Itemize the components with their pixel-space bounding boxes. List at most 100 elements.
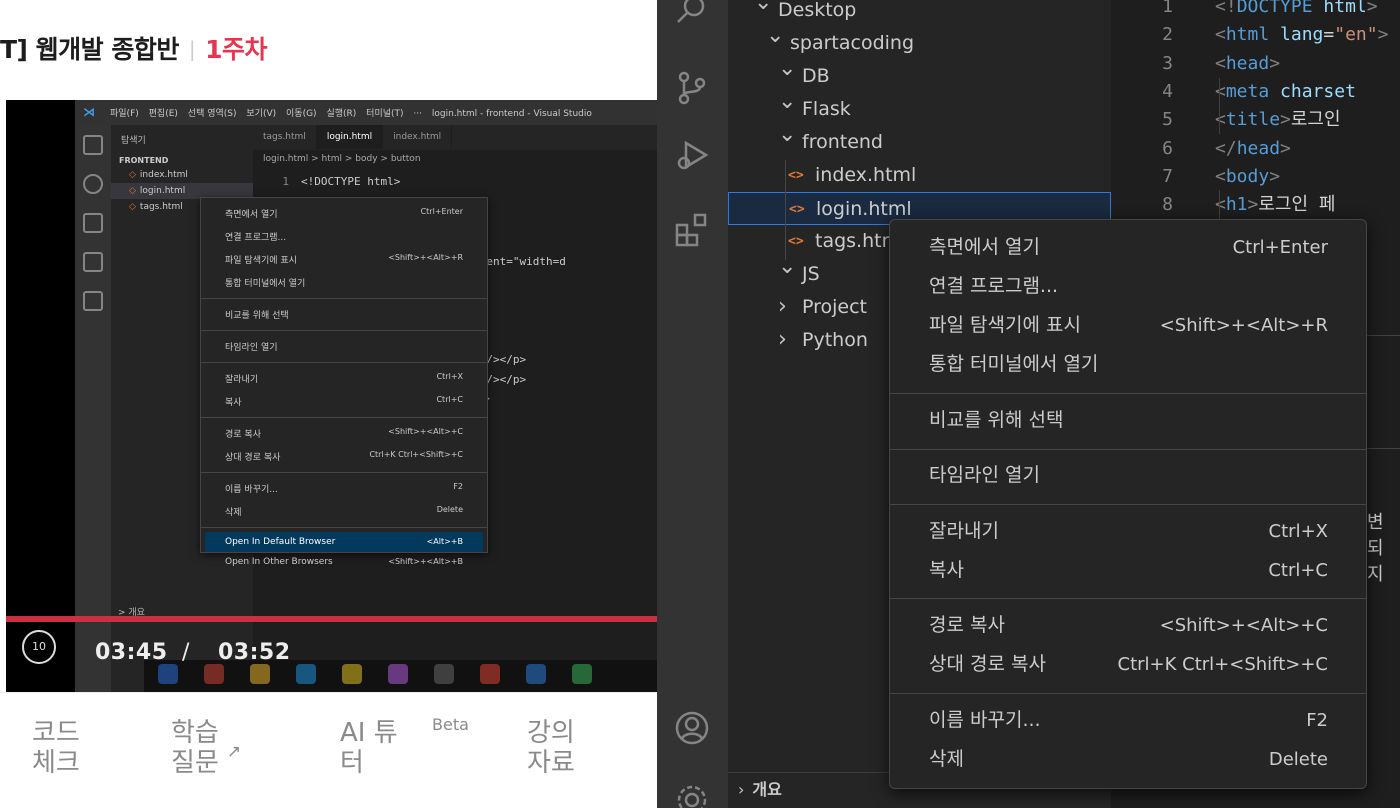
menu-separator [890,598,1366,599]
menu-separator [201,362,487,363]
run-debug-icon[interactable] [674,137,710,173]
menu-item-label: 측면에서 열기 [929,236,1040,258]
search-icon[interactable] [674,0,710,28]
html-file-icon: <> [788,168,804,183]
context-menu-item[interactable]: 비교를 위해 선택 [890,401,1366,440]
video-search-icon [83,174,103,194]
taskbar-app-icon [204,664,224,684]
code-line: 1 <!DOCTYPE html> [1162,0,1378,17]
screen: T] 웹개발 종합반 | 1주차 ⋊ 파일(F) 편집(E) 선택 영역(S) 보기… [0,0,1400,808]
video-menu-option: 상대 경로 복사 Ctrl+K Ctrl+<Shift>+C [225,450,463,463]
week-label[interactable]: 1주차 [205,35,267,64]
video-menu-option: 이름 바꾸기... F2 [225,482,463,495]
context-menu-item[interactable]: 잘라내기 Ctrl+X [890,512,1366,551]
chevron-down-icon: ⌄ [778,56,797,81]
taskbar-folder-icon [250,664,270,684]
video-source-control-icon [83,213,103,233]
tree-folder-desktop[interactable]: ⌄ Desktop [728,0,1111,27]
extensions-icon[interactable] [674,212,710,248]
menu-separator [201,472,487,473]
video-menu-option: 측면에서 열기 Ctrl+Enter [225,207,463,220]
menu-item-label: 통합 터미널에서 열기 [929,353,1099,375]
menu-item-label: 잘라내기 [929,520,999,542]
materials-tab[interactable]: 강의 자료 [527,718,575,778]
menu-item-label: 상대 경로 복사 [929,653,1046,675]
chevron-down-icon: ⌄ [778,89,797,114]
video-explorer-icon [83,135,103,155]
video-sidebar-header: 탐색기 [121,136,146,146]
menu-item-label: 삭제 [929,748,964,770]
course-title: T] 웹개발 종합반 [0,35,179,64]
menu-item-shortcut: <Shift>+<Alt>+C [1159,615,1328,636]
chevron-right-icon: › [738,780,745,799]
context-menu-item[interactable]: 경로 복사 <Shift>+<Alt>+C [890,606,1366,645]
video-menu-option: 삭제 Delete [225,505,463,518]
menu-item-label: 타임라인 열기 [929,464,1040,486]
replay-10-icon[interactable]: 10 [22,630,56,664]
taskbar-app-icon [388,664,408,684]
video-breadcrumb: login.html > html > body > button [263,154,421,164]
menu-separator [201,417,487,418]
video-run-icon [83,252,103,272]
ai-tutor-tab[interactable]: AI 튜 터 [340,718,398,778]
video-code-line: 1 <!DOCTYPE html> [282,175,401,188]
video-menu-option: Open In Default Browser <Alt>+B [205,532,483,552]
html-file-icon: <> [789,202,805,217]
menu-item-label: 이름 바꾸기... [929,709,1041,731]
video-menu-item: 터미널(T) [366,109,404,119]
source-control-icon[interactable] [674,70,710,106]
taskbar-edge-icon [296,664,316,684]
code-line: 6 </head> [1162,137,1291,159]
video-editor-tabs: tags.html login.html index.html [253,125,657,150]
context-menu-item[interactable]: 이름 바꾸기... F2 [890,701,1366,740]
code-line: 4 <meta charset [1162,80,1356,102]
menu-separator [890,393,1366,394]
context-menu-item[interactable]: 파일 탐색기에 표시 <Shift>+<Alt>+R [890,306,1366,345]
code-line: 2 <html lang="en"> [1162,24,1389,46]
video-progress-bar[interactable] [6,616,657,622]
menu-separator [201,298,487,299]
video-menubar: ⋊ 파일(F) 편집(E) 선택 영역(S) 보기(V) 이동(G) 실행(R)… [75,100,657,125]
video-tab: index.html [383,125,453,149]
beta-badge: Beta [432,715,469,734]
video-menu-item: 보기(V) [246,109,277,119]
tree-folder-frontend[interactable]: ⌄ frontend [728,122,1111,159]
video-menu-item: 파일(F) [110,109,139,119]
video-context-menu: 측면에서 열기 Ctrl+Enter 연결 프로그램... 파일 탐색기에 표시 <Sh… [200,197,488,567]
code-line: 5 <title>로그인 [1162,109,1341,131]
activity-bar [657,0,728,808]
chevron-right-icon: › [778,327,787,352]
context-menu-item[interactable]: 복사 Ctrl+C [890,551,1366,590]
taskbar-app-icon [342,664,362,684]
video-menu-item: 이동(G) [286,109,317,119]
menu-separator [890,504,1366,505]
account-icon[interactable] [674,710,710,746]
settings-gear-icon[interactable] [674,782,710,808]
code-line: 3 <head> [1162,52,1281,74]
title-separator: | [188,37,196,61]
menu-item-shortcut: Ctrl+C [1268,560,1328,581]
context-menu-item[interactable]: 측면에서 열기 Ctrl+Enter [890,228,1366,267]
video-player[interactable]: ⋊ 파일(F) 편집(E) 선택 영역(S) 보기(V) 이동(G) 실행(R)… [6,100,657,692]
context-menu-item[interactable]: 삭제 Delete [890,740,1366,779]
video-menu-option: 통합 터미널에서 열기 [225,279,306,289]
time-separator: / [182,640,190,665]
video-activity-bar [75,125,111,692]
menu-item-shortcut: Ctrl+X [1268,521,1328,542]
video-window-title: login.html - frontend - Visual Studio [431,109,592,119]
context-menu-item[interactable]: 연결 프로그램... [890,267,1366,306]
taskbar-app-icon [572,664,592,684]
menu-separator [890,449,1366,450]
context-menu-item[interactable]: 통합 터미널에서 열기 [890,345,1366,384]
question-tab[interactable]: 학습 질문 ↗ [171,718,241,781]
chevron-right-icon: › [778,294,787,319]
context-menu-item[interactable]: 타임라인 열기 [890,456,1366,495]
video-menu-option: Open In Other Browsers <Shift>+<Alt>+B [225,557,463,567]
menu-item-shortcut: <Shift>+<Alt>+R [1159,315,1328,336]
video-menu-option: 경로 복사 <Shift>+<Alt>+C [225,427,463,440]
context-menu-item[interactable]: 상대 경로 복사 Ctrl+K Ctrl+<Shift>+C [890,645,1366,684]
code-check-tab[interactable]: 코드 체크 [32,718,80,778]
video-menu-option: 잘라내기 Ctrl+X [225,372,463,385]
chevron-down-icon: ⌄ [754,0,773,15]
external-link-icon: ↗ [226,742,242,762]
